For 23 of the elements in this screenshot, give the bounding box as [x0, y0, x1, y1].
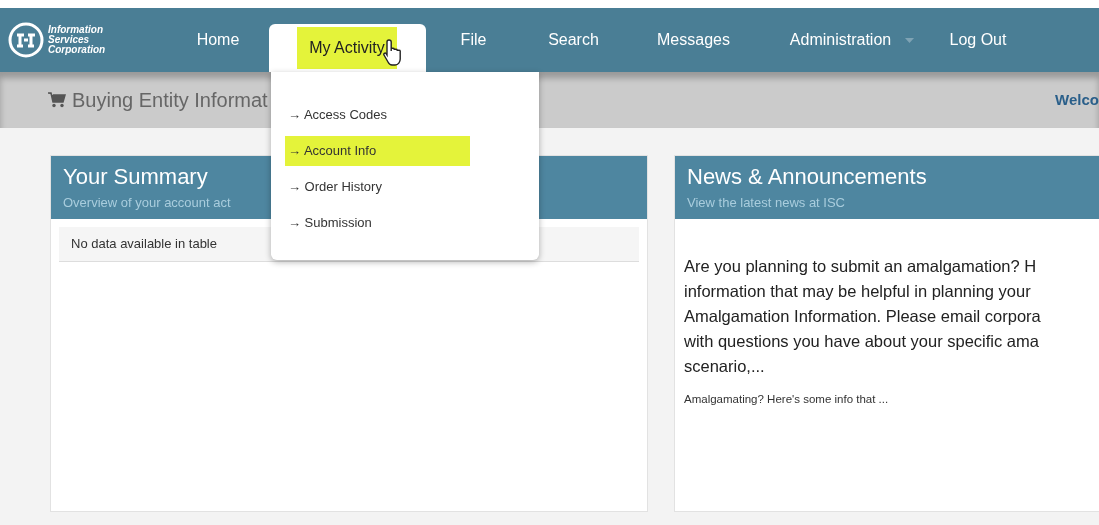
nav-tab[interactable]: Search	[548, 28, 599, 52]
panel-subtitle: View the latest news at ISC	[687, 194, 845, 212]
nav-tab[interactable]: Log Out	[949, 28, 1007, 52]
nav-tab[interactable]: Home	[196, 28, 240, 52]
logo-icon	[8, 22, 44, 58]
panel-title: Your Summary	[63, 163, 208, 191]
menu-item[interactable]: → Access Codes	[285, 100, 390, 130]
nav-tab[interactable]: My Activity	[268, 24, 426, 72]
menu-item[interactable]: → Order History	[285, 172, 385, 202]
nav-tab[interactable]: Administration	[789, 28, 915, 52]
page-title: Buying Entity Informat	[72, 88, 268, 113]
news-text: Are you planning to submit an amalgamation? H information that may be helpful in planning your Amalgamation Information. Please email corpora with questions you have about your specific ama scenario,...	[684, 256, 1042, 377]
tab-label: My Activity	[297, 27, 397, 69]
panel-subtitle: Overview of your account act	[63, 194, 231, 212]
company-name: Information Services Corporation	[48, 25, 106, 55]
cart-icon	[48, 92, 66, 108]
nav-tab[interactable]: File	[460, 28, 487, 52]
nav-tab[interactable]: Messages	[657, 28, 730, 52]
panel-title: News & Announcements	[687, 163, 927, 191]
menu-item[interactable]: → Account Info	[285, 136, 470, 166]
caret-icon	[905, 37, 915, 43]
news-link[interactable]: Amalgamating? Here's some info that ...	[684, 391, 889, 409]
welcome-link[interactable]: Welco	[1055, 88, 1099, 112]
